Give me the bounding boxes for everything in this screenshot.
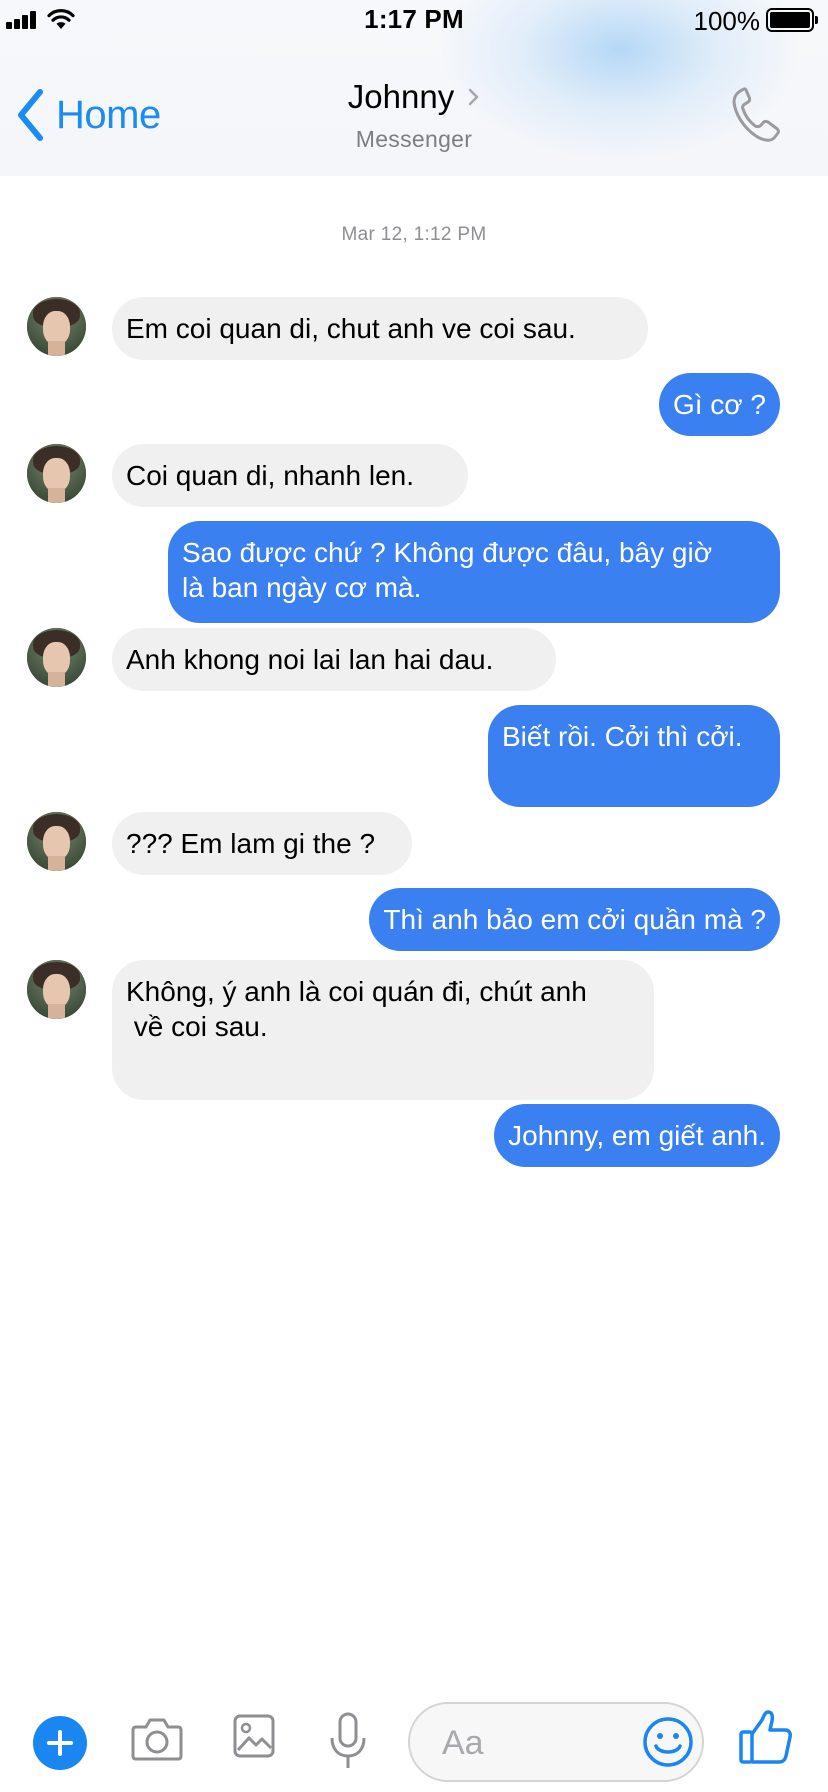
contact-avatar[interactable]	[27, 812, 86, 871]
contact-avatar[interactable]	[27, 444, 86, 503]
contact-title[interactable]: Johnny Messenger	[250, 78, 578, 153]
message-bubble-incoming[interactable]: Anh khong noi lai lan hai dau.	[112, 628, 556, 691]
thumbs-up-icon[interactable]	[738, 1708, 794, 1766]
image-icon[interactable]	[232, 1712, 276, 1760]
message-bubble-outgoing[interactable]: Biết rồi. Cởi thì cởi.	[488, 705, 780, 807]
emoji-icon[interactable]	[642, 1716, 694, 1768]
message-composer: Aa	[0, 1690, 828, 1792]
chevron-right-icon	[468, 88, 479, 106]
contact-avatar[interactable]	[27, 960, 86, 1019]
message-bubble-outgoing[interactable]: Johnny, em giết anh.	[494, 1104, 780, 1167]
message-bubble-incoming[interactable]: Không, ý anh là coi quán đi, chút anh về…	[112, 960, 654, 1100]
message-bubble-outgoing[interactable]: Sao được chứ ? Không được đâu, bây giờ l…	[168, 521, 780, 623]
back-button[interactable]: Home	[16, 84, 161, 146]
plus-icon[interactable]	[33, 1716, 87, 1770]
message-bubble-incoming[interactable]: Coi quan di, nhanh len.	[112, 444, 468, 507]
conversation-timestamp: Mar 12, 1:12 PM	[341, 224, 487, 245]
contact-avatar[interactable]	[27, 297, 86, 356]
contact-avatar[interactable]	[27, 628, 86, 687]
back-label: Home	[56, 92, 161, 137]
contact-name: Johnny	[347, 78, 455, 115]
message-bubble-incoming[interactable]: ??? Em lam gi the ?	[112, 812, 412, 875]
camera-icon[interactable]	[130, 1712, 184, 1764]
message-bubble-outgoing[interactable]: Gì cơ ?	[658, 373, 780, 436]
message-bubble-outgoing[interactable]: Thì anh bảo em cởi quần mà ?	[369, 888, 780, 951]
status-bar: 1:17 PM 100%	[0, 0, 828, 40]
battery-percentage: 100%	[693, 6, 761, 36]
message-bubble-incoming[interactable]: Em coi quan di, chut anh ve coi sau.	[112, 297, 648, 360]
microphone-icon[interactable]	[328, 1712, 368, 1772]
contact-subtitle: Messenger	[355, 126, 473, 152]
chevron-left-icon	[18, 89, 43, 141]
message-input[interactable]: Aa	[408, 1702, 704, 1782]
battery-icon	[766, 8, 818, 32]
phone-icon[interactable]	[728, 84, 784, 146]
message-input-placeholder: Aa	[442, 1724, 484, 1762]
chat-header: 1:17 PM 100% Home Johnny Messenger	[0, 0, 828, 176]
